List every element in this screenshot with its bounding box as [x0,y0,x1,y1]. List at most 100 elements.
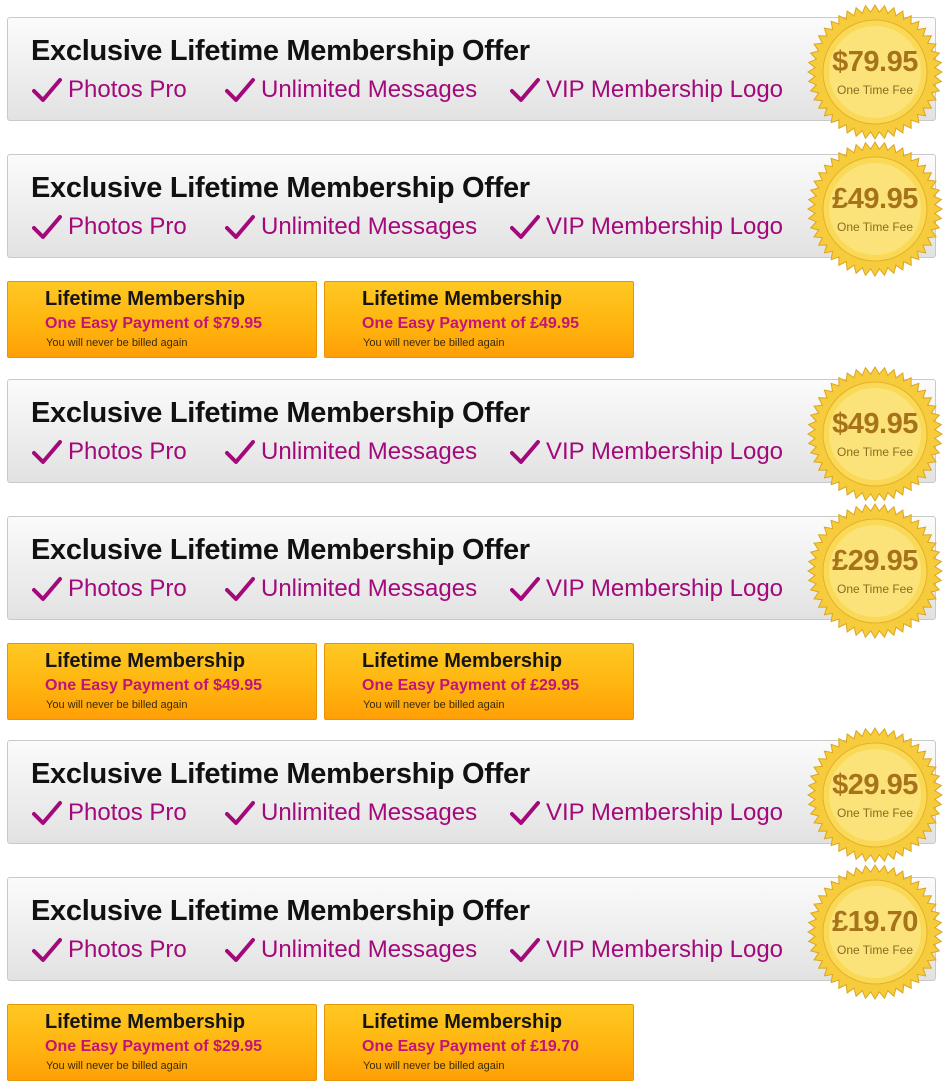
checkmark-icon [510,215,540,239]
feature-label: Unlimited Messages [261,213,478,240]
payment-amount: One Easy Payment of £29.95 [362,677,579,694]
checkmark-icon [32,577,62,601]
payment-amount: One Easy Payment of £19.70 [362,1038,579,1055]
feature-item: VIP Membership Logo [510,575,783,603]
price-seal: £29.95 One Time Fee [807,503,943,639]
checkmark-icon [32,78,62,102]
offer-title: Exclusive Lifetime Membership Offer [31,895,530,927]
feature-item: Unlimited Messages [225,575,477,603]
payment-note: You will never be billed again [46,337,188,349]
feature-label: Photos Pro [68,936,187,963]
seal-price: $29.95 [832,769,918,801]
checkmark-icon [225,801,255,825]
checkmark-icon [32,801,62,825]
feature-item: Photos Pro [32,799,187,827]
feature-label: VIP Membership Logo [546,799,784,826]
feature-item: Unlimited Messages [225,76,477,104]
payment-button[interactable]: Lifetime Membership One Easy Payment of … [324,281,634,358]
feature-item: Photos Pro [32,76,187,104]
checkmark-icon [510,440,540,464]
checkmark-icon [510,577,540,601]
checkmark-icon [225,215,255,239]
price-seal: £19.70 One Time Fee [807,864,943,1000]
offer-banner: Exclusive Lifetime Membership Offer Phot… [7,503,943,639]
offer-title: Exclusive Lifetime Membership Offer [31,35,530,67]
checkmark-icon [510,801,540,825]
payment-title: Lifetime Membership [362,650,563,672]
offer-banner: Exclusive Lifetime Membership Offer Phot… [7,864,943,1000]
feature-label: Unlimited Messages [261,575,478,602]
payment-button[interactable]: Lifetime Membership One Easy Payment of … [7,643,317,720]
feature-item: Unlimited Messages [225,936,477,964]
seal-price: $79.95 [832,46,918,78]
checkmark-icon [510,938,540,962]
seal-note: One Time Fee [836,445,914,459]
payment-button[interactable]: Lifetime Membership One Easy Payment of … [7,1004,317,1081]
payment-button[interactable]: Lifetime Membership One Easy Payment of … [7,281,317,358]
checkmark-icon [32,215,62,239]
payment-title: Lifetime Membership [45,288,246,310]
checkmark-icon [225,78,255,102]
feature-label: VIP Membership Logo [546,213,784,240]
feature-item: Unlimited Messages [225,213,477,241]
payment-note: You will never be billed again [46,1060,188,1072]
price-seal: $29.95 One Time Fee [807,727,943,863]
feature-label: Photos Pro [68,438,187,465]
feature-item: VIP Membership Logo [510,936,783,964]
offer-title: Exclusive Lifetime Membership Offer [31,758,530,790]
feature-label: VIP Membership Logo [546,76,784,103]
feature-label: Photos Pro [68,76,187,103]
offer-banner: Exclusive Lifetime Membership Offer Phot… [7,4,943,140]
offer-title: Exclusive Lifetime Membership Offer [31,397,530,429]
feature-label: Unlimited Messages [261,799,478,826]
price-seal: $79.95 One Time Fee [807,4,943,140]
checkmark-icon [225,938,255,962]
seal-note: One Time Fee [836,83,914,97]
checkmark-icon [32,938,62,962]
feature-label: VIP Membership Logo [546,575,784,602]
checkmark-icon [225,577,255,601]
seal-note: One Time Fee [836,220,914,234]
feature-label: VIP Membership Logo [546,438,784,465]
payment-note: You will never be billed again [363,1060,505,1072]
feature-item: Unlimited Messages [225,799,477,827]
feature-label: VIP Membership Logo [546,936,784,963]
payment-title: Lifetime Membership [362,288,563,310]
seal-price: £19.70 [832,906,918,938]
feature-item: Photos Pro [32,936,187,964]
payment-button[interactable]: Lifetime Membership One Easy Payment of … [324,643,634,720]
payment-title: Lifetime Membership [362,1011,563,1033]
seal-note: One Time Fee [836,582,914,596]
checkmark-icon [510,78,540,102]
payment-note: You will never be billed again [46,699,188,711]
payment-title: Lifetime Membership [45,1011,246,1033]
payment-note: You will never be billed again [363,337,505,349]
payment-note: You will never be billed again [363,699,505,711]
checkmark-icon [32,440,62,464]
feature-item: VIP Membership Logo [510,799,783,827]
payment-button[interactable]: Lifetime Membership One Easy Payment of … [324,1004,634,1081]
checkmark-icon [225,440,255,464]
seal-note: One Time Fee [836,943,914,957]
payment-title: Lifetime Membership [45,650,246,672]
seal-price: $49.95 [832,408,918,440]
feature-label: Photos Pro [68,575,187,602]
seal-note: One Time Fee [836,806,914,820]
feature-label: Unlimited Messages [261,438,478,465]
feature-label: Photos Pro [68,799,187,826]
feature-item: Photos Pro [32,575,187,603]
payment-amount: One Easy Payment of $29.95 [45,1038,262,1055]
payment-amount: One Easy Payment of $49.95 [45,677,262,694]
feature-item: VIP Membership Logo [510,213,783,241]
offer-banner: Exclusive Lifetime Membership Offer Phot… [7,727,943,863]
offer-title: Exclusive Lifetime Membership Offer [31,534,530,566]
offer-banner: Exclusive Lifetime Membership Offer Phot… [7,366,943,502]
feature-label: Unlimited Messages [261,936,478,963]
price-seal: £49.95 One Time Fee [807,141,943,277]
feature-item: VIP Membership Logo [510,76,783,104]
feature-item: Photos Pro [32,213,187,241]
seal-price: £49.95 [832,183,918,215]
feature-label: Photos Pro [68,213,187,240]
feature-item: Unlimited Messages [225,438,477,466]
feature-item: VIP Membership Logo [510,438,783,466]
